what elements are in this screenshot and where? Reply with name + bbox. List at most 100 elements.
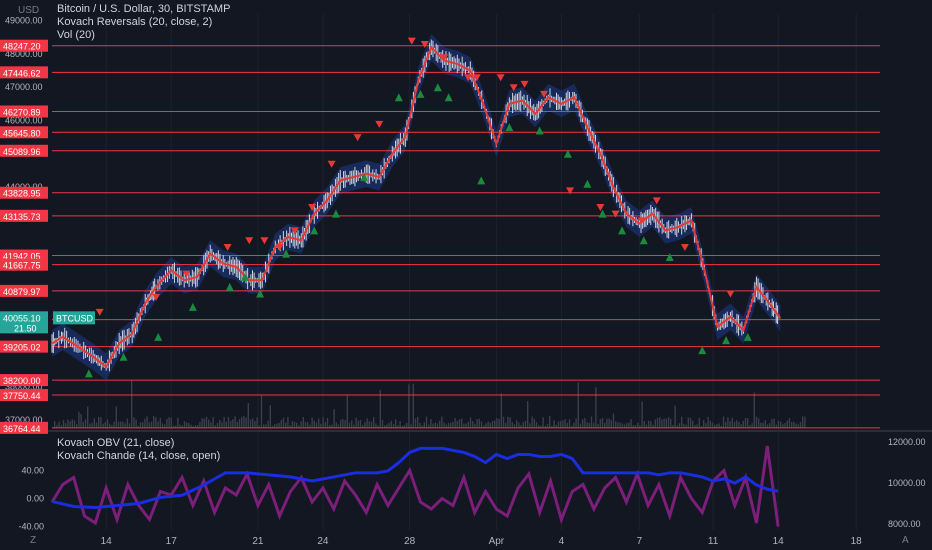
volume-bar: [705, 422, 707, 428]
volume-bar: [755, 416, 758, 428]
volume-bar: [313, 420, 315, 428]
volume-bar: [225, 421, 227, 428]
volume-bar: [234, 416, 236, 428]
sub-y-tick-label: 40.00: [21, 466, 44, 476]
volume-bar: [494, 420, 496, 428]
volume-bar: [241, 416, 243, 428]
volume-bar: [142, 422, 144, 428]
sell-reversal-marker: [327, 160, 336, 168]
volume-bar: [604, 423, 606, 428]
volume-bar: [463, 423, 465, 428]
buy-reversal-marker: [84, 369, 93, 378]
buy-reversal-marker: [225, 282, 234, 291]
volume-bar: [582, 419, 584, 428]
volume-bar: [753, 392, 755, 428]
volume-bar: [78, 411, 80, 428]
volume-bar: [456, 420, 458, 428]
volume-bar: [707, 416, 709, 428]
volume-bar: [791, 421, 793, 428]
level-labels: 48247.20 47446.62 46270.89 45645.80 45089.96…: [0, 39, 95, 434]
volume-bar: [711, 422, 714, 428]
volume-bar: [67, 419, 69, 428]
volume-bar: [342, 418, 344, 428]
volume-bar: [441, 416, 443, 428]
buy-reversal-marker: [722, 336, 731, 345]
volume-bar: [430, 418, 432, 428]
volume-bar: [102, 423, 104, 428]
volume-bar: [608, 418, 610, 428]
volume-bar: [399, 421, 401, 428]
sell-reversal-marker: [496, 74, 505, 82]
sub-legend: Kovach OBV (21, close) Kovach Chande (14…: [57, 437, 220, 463]
volume-bar: [568, 419, 571, 428]
volume-bar: [643, 420, 645, 428]
level-label: 36764.44: [3, 424, 41, 434]
volume-bar: [168, 417, 170, 428]
sell-reversal-marker: [520, 80, 529, 88]
volume-bar: [256, 417, 258, 428]
volume-bar: [216, 422, 219, 428]
volume-bar: [804, 416, 806, 428]
legend-symbol[interactable]: Bitcoin / U.S. Dollar, 30, BITSTAMP: [57, 3, 230, 16]
volume-bar: [406, 422, 408, 428]
volume-bar: [777, 420, 780, 428]
buy-reversal-marker: [698, 346, 707, 355]
timezone-toggle[interactable]: Z: [30, 535, 36, 546]
volume-bar: [412, 383, 414, 428]
volume-bar: [617, 422, 619, 428]
volume-bar: [601, 417, 604, 428]
volume-bar: [432, 423, 434, 428]
volume-bar: [575, 418, 577, 428]
volume-bar: [126, 418, 128, 428]
volume-bar: [62, 420, 65, 428]
legend-kovach-chande[interactable]: Kovach Chande (14, close, open): [57, 450, 220, 463]
volume-bar: [505, 422, 507, 428]
volume-bar: [379, 389, 381, 428]
volume-bar: [733, 421, 736, 428]
x-tick-label: 7: [637, 536, 643, 547]
sell-reversal-marker: [566, 187, 575, 195]
volume-bar: [564, 419, 566, 428]
main-legend: Bitcoin / U.S. Dollar, 30, BITSTAMP Kova…: [57, 3, 230, 42]
price-chart[interactable]: 49000.0048000.0047000.0046000.0044000.00…: [0, 0, 932, 550]
volume-bar: [758, 418, 760, 428]
buy-reversal-marker: [618, 226, 627, 235]
x-tick-label: 21: [252, 536, 264, 547]
volume-bar: [773, 418, 775, 428]
volume-bar: [364, 422, 366, 428]
auto-scale-button[interactable]: A: [902, 535, 909, 546]
volume-bar: [370, 421, 373, 428]
volume-bar: [747, 418, 749, 428]
buy-reversal-marker: [477, 176, 486, 185]
volume-bar: [223, 416, 225, 428]
price-series: [51, 39, 782, 372]
volume-bar: [531, 416, 533, 428]
sell-reversal-marker: [680, 243, 689, 251]
level-label: 43828.95: [3, 189, 41, 199]
volume-bar: [425, 416, 428, 428]
volume-bar: [260, 394, 263, 428]
obv-y-tick-label: 8000.00: [888, 519, 921, 529]
volume-bar: [414, 418, 417, 428]
buy-reversal-marker: [598, 209, 607, 218]
volume-bar: [98, 416, 100, 428]
legend-kovach-obv[interactable]: Kovach OBV (21, close): [57, 437, 220, 450]
volume-bar: [736, 420, 738, 428]
legend-volume[interactable]: Vol (20): [57, 29, 230, 42]
volume-bar: [417, 416, 419, 428]
volume-bar: [333, 409, 335, 428]
legend-kovach-reversals[interactable]: Kovach Reversals (20, close, 2): [57, 16, 230, 29]
volume-bar: [599, 418, 601, 428]
volume-bar: [670, 418, 672, 428]
volume-bar: [593, 422, 595, 428]
volume-bar: [681, 416, 683, 428]
volume-bar: [450, 422, 452, 428]
volume-bar: [619, 422, 621, 428]
level-label: 37750.44: [3, 391, 41, 401]
volume-bar: [95, 422, 98, 428]
level-label: 45089.96: [3, 147, 41, 157]
volume-bar: [322, 417, 324, 428]
volume-bar: [498, 418, 500, 428]
volume-bar: [771, 418, 773, 428]
volume-bar: [188, 423, 190, 428]
